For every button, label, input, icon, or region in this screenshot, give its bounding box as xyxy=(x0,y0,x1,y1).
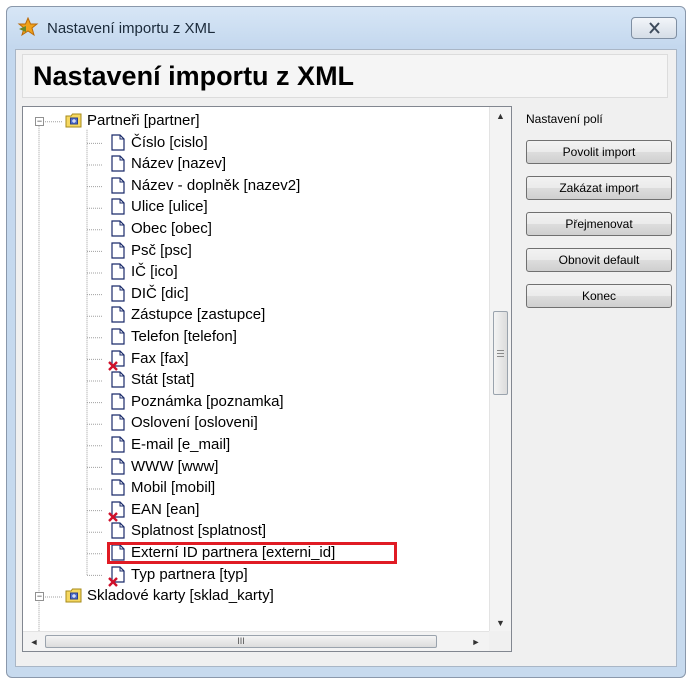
scroll-down-icon[interactable]: ▼ xyxy=(490,614,511,632)
tree-field-item[interactable]: Splatnost [splatnost] xyxy=(23,521,489,541)
document-icon xyxy=(111,198,125,215)
app-icon xyxy=(17,17,39,37)
tree-field-label: Číslo [cislo] xyxy=(131,133,208,151)
grip-line xyxy=(497,353,504,354)
document-icon xyxy=(111,285,125,302)
horizontal-scrollbar[interactable]: ◄ III ► xyxy=(23,631,489,651)
highlight-box xyxy=(107,542,397,564)
tree-field-label: EAN [ean] xyxy=(131,500,200,518)
close-button[interactable] xyxy=(631,17,677,39)
document-icon xyxy=(111,457,125,475)
tree-field-item[interactable]: Fax [fax] xyxy=(23,349,489,371)
document-icon xyxy=(111,414,125,431)
tree-field-label: Obec [obec] xyxy=(131,220,212,237)
tree-node-group[interactable]: − Skladové karty [sklad_karty] xyxy=(23,586,489,606)
document-icon xyxy=(111,393,125,410)
tree-field-label: Zástupce [zastupce] xyxy=(131,306,266,324)
close-icon xyxy=(649,22,660,34)
tree-field-label: E-mail [e_mail] xyxy=(131,436,231,453)
tree-field-label: Stát [stat] xyxy=(131,371,195,389)
tree-field-label: Název - doplněk [nazev2] xyxy=(131,176,301,194)
tree-field-label: Ulice [ulice] xyxy=(131,198,208,216)
tree-node-group[interactable]: − Partneři [partner] xyxy=(23,111,489,131)
restore-default-button[interactable]: Obnovit default xyxy=(526,248,672,272)
tree-field-label: Poznámka [poznamka] xyxy=(131,392,284,410)
document-icon xyxy=(111,328,125,345)
scroll-right-icon[interactable]: ► xyxy=(467,632,485,651)
window-title: Nastavení importu z XML xyxy=(47,20,216,37)
document-icon xyxy=(111,306,125,323)
scroll-grip: III xyxy=(237,636,245,646)
rename-button[interactable]: Přejmenovat xyxy=(526,212,672,236)
grip-line xyxy=(497,350,504,351)
tree-field-item[interactable]: Psč [psc] xyxy=(23,241,489,261)
folder-icon xyxy=(65,113,83,128)
dialog-window: Nastavení importu z XML Nastavení import… xyxy=(6,6,686,678)
scroll-up-icon[interactable]: ▲ xyxy=(490,107,511,125)
tree-field-item[interactable]: Název [nazev] xyxy=(23,154,489,174)
tree-field-item[interactable]: Ulice [ulice] xyxy=(23,197,489,217)
tree-field-label: Splatnost [splatnost] xyxy=(131,522,267,540)
tree-field-item[interactable]: Poznámka [poznamka] xyxy=(23,392,489,412)
document-icon xyxy=(111,263,125,280)
close-dialog-button[interactable]: Konec xyxy=(526,284,672,308)
tree-field-label: Telefon [telefon] xyxy=(131,328,237,345)
tree-field-item[interactable]: Oslovení [osloveni] xyxy=(23,413,489,433)
title-bar[interactable]: Nastavení importu z XML xyxy=(7,7,685,47)
tree-field-label: IČ [ico] xyxy=(131,263,178,281)
document-icon xyxy=(111,522,125,539)
collapse-icon[interactable]: − xyxy=(35,117,44,126)
tree-field-item[interactable]: EAN [ean] xyxy=(23,500,489,522)
tree-field-label: Název [nazev] xyxy=(131,155,227,173)
collapse-icon[interactable]: − xyxy=(35,592,44,602)
tree-field-label: Oslovení [osloveni] xyxy=(131,414,258,432)
tree-field-label: Mobil [mobil] xyxy=(131,479,216,497)
tree-field-item[interactable]: Zástupce [zastupce] xyxy=(23,305,489,325)
grip-line xyxy=(497,356,504,357)
tree-field-item[interactable]: Telefon [telefon] xyxy=(23,327,489,347)
tree-node-label: Partneři [partner] xyxy=(87,112,200,129)
tree-field-item[interactable]: DIČ [dic] xyxy=(23,284,489,304)
disable-import-button[interactable]: Zakázat import xyxy=(526,176,672,200)
enable-import-button[interactable]: Povolit import xyxy=(526,140,672,164)
document-icon xyxy=(111,436,125,453)
document-icon xyxy=(111,220,125,237)
tree-field-label: Fax [fax] xyxy=(131,349,189,367)
tree-field-item[interactable]: Číslo [cislo] xyxy=(23,133,489,153)
tree-area: − Partneři [partner] Číslo [cislo] Název [n… xyxy=(23,107,489,632)
document-icon xyxy=(111,479,125,496)
scroll-corner xyxy=(489,631,511,651)
header-panel: Nastavení importu z XML xyxy=(22,54,668,98)
tree-field-item[interactable]: Mobil [mobil] xyxy=(23,478,489,498)
field-tree[interactable]: − Partneři [partner] Číslo [cislo] Název [n… xyxy=(22,106,512,652)
document-icon xyxy=(111,133,125,151)
scroll-left-icon[interactable]: ◄ xyxy=(25,632,43,651)
tree-field-label: Typ partnera [typ] xyxy=(131,565,248,583)
page-title: Nastavení importu z XML xyxy=(33,61,355,91)
tree-field-item[interactable]: Stát [stat] xyxy=(23,370,489,390)
tree-field-item[interactable]: Název - doplněk [nazev2] xyxy=(23,176,489,196)
tree-field-item[interactable]: WWW [www] xyxy=(23,457,489,477)
dialog-client: Nastavení importu z XML − Partneři [partn… xyxy=(15,49,677,667)
tree-field-label: DIČ [dic] xyxy=(131,284,189,302)
document-icon xyxy=(111,155,125,172)
tree-field-item[interactable]: Typ partnera [typ] xyxy=(23,565,489,587)
tree-field-item[interactable]: E-mail [e_mail] xyxy=(23,435,489,455)
document-icon xyxy=(111,241,125,259)
document-icon xyxy=(111,177,125,194)
vertical-scroll-thumb[interactable] xyxy=(493,311,508,395)
tree-field-item[interactable]: IČ [ico] xyxy=(23,262,489,282)
tree-field-label: WWW [www] xyxy=(131,457,219,475)
tree-node-label: Skladové karty [sklad_karty] xyxy=(87,587,274,605)
document-icon xyxy=(111,371,125,388)
folder-icon xyxy=(65,588,83,603)
field-settings-label: Nastavení polí xyxy=(526,112,603,126)
tree-field-label: Psč [psc] xyxy=(131,241,192,259)
vertical-scrollbar[interactable]: ▲ ▼ xyxy=(489,107,511,632)
tree-field-item[interactable]: Obec [obec] xyxy=(23,219,489,239)
horizontal-scroll-thumb[interactable]: III xyxy=(45,635,437,648)
